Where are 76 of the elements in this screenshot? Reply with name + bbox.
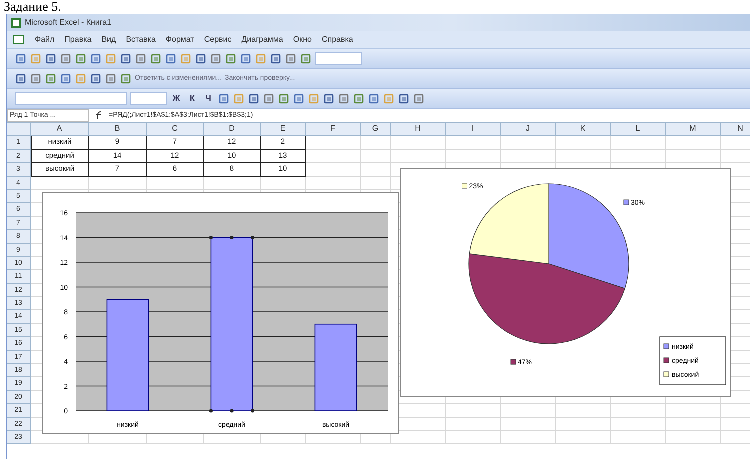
bar[interactable] xyxy=(106,299,150,412)
empty-cell xyxy=(147,176,204,190)
column-header[interactable]: I xyxy=(446,123,501,136)
empty-cell xyxy=(666,430,721,444)
empty-cell xyxy=(391,136,446,150)
menu-item[interactable]: Правка xyxy=(64,35,92,44)
empty-cell xyxy=(611,404,666,418)
empty-cell xyxy=(666,404,721,418)
column-header[interactable]: F xyxy=(306,123,361,136)
document-icon[interactable] xyxy=(13,34,25,44)
column-header[interactable]: M xyxy=(666,123,721,136)
empty-cell xyxy=(446,136,501,150)
column-header[interactable]: C xyxy=(147,123,204,136)
legend-key-icon xyxy=(510,359,516,365)
spreadsheet-app-icon xyxy=(11,18,21,28)
empty-cell xyxy=(611,430,666,444)
window-title: Microsoft Excel - Книга1 xyxy=(25,18,112,27)
empty-cell xyxy=(306,136,361,150)
menu-item[interactable]: Окно xyxy=(293,35,312,44)
column-header[interactable]: D xyxy=(204,123,261,136)
empty-cell xyxy=(501,136,556,150)
function-icon[interactable] xyxy=(95,111,103,120)
empty-cell xyxy=(556,404,611,418)
empty-cell xyxy=(306,150,361,164)
empty-cell xyxy=(446,418,501,431)
column-header[interactable]: B xyxy=(89,123,147,136)
menu-item[interactable]: Вставка xyxy=(126,35,156,44)
font-field[interactable] xyxy=(15,92,127,105)
pie-slice[interactable] xyxy=(468,254,626,344)
empty-cell xyxy=(556,430,611,444)
column-header[interactable]: L xyxy=(611,123,666,136)
pie-slice[interactable] xyxy=(548,184,630,290)
pie-slice[interactable] xyxy=(469,184,550,264)
empty-cell xyxy=(306,176,361,190)
column-header[interactable]: E xyxy=(261,123,306,136)
empty-cell xyxy=(611,418,666,431)
empty-cell xyxy=(89,176,147,190)
column-header[interactable]: G xyxy=(361,123,391,136)
font-size-field[interactable] xyxy=(130,92,167,105)
empty-cell xyxy=(501,404,556,418)
empty-cell xyxy=(611,136,666,150)
format-button[interactable]: Ч xyxy=(202,92,215,105)
column-header[interactable]: K xyxy=(556,123,611,136)
empty-cell xyxy=(666,136,721,150)
bar[interactable] xyxy=(314,324,358,412)
empty-cell xyxy=(204,176,261,190)
format-button[interactable]: К xyxy=(186,92,199,105)
empty-cell xyxy=(501,430,556,444)
legend-key-icon xyxy=(624,200,630,206)
empty-cell xyxy=(361,150,391,164)
empty-cell xyxy=(556,418,611,431)
column-header[interactable]: J xyxy=(501,123,556,136)
task-caption: Задание 5. xyxy=(3,0,62,14)
zoom-field[interactable] xyxy=(315,52,362,65)
menu-item[interactable]: Вид xyxy=(102,35,116,44)
column-header[interactable]: A xyxy=(31,123,89,136)
menu-item[interactable]: Формат xyxy=(166,35,194,44)
legend-key-icon xyxy=(462,183,468,189)
empty-cell xyxy=(446,430,501,444)
column-header[interactable]: N xyxy=(721,123,750,136)
legend-box xyxy=(660,336,726,386)
empty-cell xyxy=(361,163,391,177)
format-button[interactable]: Ж xyxy=(170,92,183,105)
empty-cell xyxy=(501,418,556,431)
menu-item[interactable]: Сервис xyxy=(204,35,232,44)
empty-cell xyxy=(556,136,611,150)
menu-item[interactable]: Диаграмма xyxy=(242,35,284,44)
column-header[interactable]: H xyxy=(391,123,446,136)
empty-cell xyxy=(391,150,446,164)
empty-cell xyxy=(361,136,391,150)
menu-item[interactable]: Файл xyxy=(35,35,55,44)
empty-cell xyxy=(446,404,501,418)
empty-cell xyxy=(666,418,721,431)
menu-item[interactable]: Справка xyxy=(322,35,354,44)
empty-cell xyxy=(261,176,306,190)
empty-cell xyxy=(306,163,361,177)
